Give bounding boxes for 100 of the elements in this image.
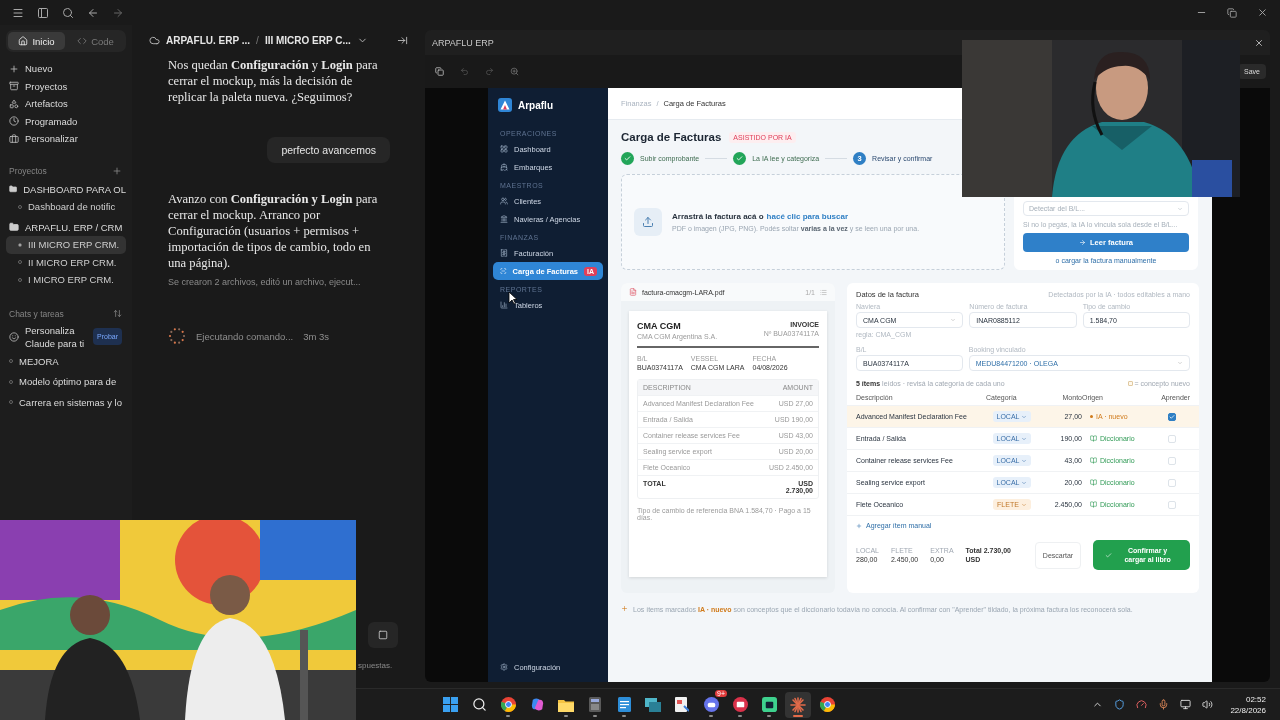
close-icon[interactable] (1254, 37, 1264, 48)
search-icon[interactable] (471, 697, 487, 712)
chat-item[interactable]: I MICRO ERP CRM. (6, 271, 126, 289)
building-icon (500, 215, 508, 223)
back-arrow-icon[interactable] (87, 6, 99, 19)
cloud-icon (149, 34, 160, 46)
upload-icon (634, 208, 662, 236)
sidebar-item[interactable]: Programado (6, 112, 126, 130)
plus-icon[interactable] (112, 165, 122, 176)
folder-icon (9, 222, 19, 233)
sidebar-item[interactable]: Artefactos (6, 95, 126, 113)
gauge-icon[interactable] (1136, 699, 1148, 710)
clock-time: 02:52 (1245, 693, 1266, 705)
smile-icon (9, 331, 19, 342)
hint-text: spuestas. (358, 661, 393, 670)
windows-logo-icon[interactable] (442, 697, 458, 712)
breadcrumb-item[interactable]: ARPAFLU. ERP ... (166, 34, 251, 46)
chevron-down-icon (1021, 479, 1028, 486)
cursor-icon (508, 291, 518, 305)
clock-date: 22/8/2026 (1230, 704, 1266, 716)
chat-item[interactable]: III MICRO ERP CRM. (6, 236, 126, 254)
folder-icon[interactable] (558, 697, 574, 712)
starburst-icon[interactable] (790, 696, 806, 713)
mode-tab[interactable]: Inicio (8, 32, 65, 50)
spinner-icon (168, 327, 186, 345)
home-icon (18, 36, 29, 46)
sidebar-item[interactable]: Personalizar (6, 130, 126, 148)
file-icon (629, 288, 637, 296)
stop-button[interactable] (368, 622, 398, 648)
square-app-icon[interactable] (761, 697, 777, 712)
chevron-down-icon (1020, 501, 1027, 508)
chat-item[interactable]: Modelo óptimo para de (6, 373, 126, 391)
code-icon (77, 36, 88, 46)
section-label: Proyectos (9, 165, 47, 176)
chevron-down-icon (1177, 360, 1183, 366)
scan-icon (500, 267, 507, 275)
round-app-icon[interactable] (732, 697, 748, 712)
arrow-right-icon (1079, 239, 1087, 246)
chevron-down-icon (1177, 205, 1183, 212)
learn-checkbox[interactable] (1168, 412, 1176, 421)
menu-icon[interactable] (12, 6, 24, 19)
sidebar-toggle-icon[interactable] (37, 6, 49, 19)
volume-icon[interactable] (1202, 699, 1214, 710)
square-icon (378, 630, 388, 640)
book-icon (1090, 457, 1097, 464)
check-icon (1104, 551, 1112, 559)
browser-icon[interactable] (819, 697, 835, 712)
chevron-down-icon (950, 317, 957, 323)
chat-item[interactable]: MEJORA (6, 352, 126, 370)
chat-item[interactable]: Dashboard de notific (6, 198, 126, 216)
mode-tab[interactable]: Code (67, 32, 124, 50)
chat-item[interactable]: II MICRO ERP CRM. (6, 253, 126, 271)
sort-icon[interactable] (113, 309, 122, 318)
users-icon (500, 197, 508, 205)
notepad-icon[interactable] (617, 697, 631, 712)
elapsed-time: 3m 3s (303, 330, 330, 342)
book-icon (1090, 435, 1097, 442)
briefcase-icon (9, 133, 19, 144)
shapes-icon (9, 98, 19, 109)
project-item[interactable]: ARPAFLU. ERP / CRM (6, 218, 126, 236)
plus-icon (9, 63, 19, 74)
restore-icon[interactable] (1227, 7, 1237, 18)
chat-bubble-icon[interactable] (703, 697, 719, 712)
book-icon (1090, 479, 1097, 486)
bar-chart-icon (500, 301, 508, 309)
plus-icon (856, 522, 862, 529)
new-dot (1090, 415, 1093, 418)
window-title: ARPAFLU ERP (432, 37, 494, 48)
clipboard-icon[interactable] (675, 697, 689, 712)
assistant-message: Avanzo con Configuración y Login para cerrar el mockup. Arranco por Configuración (usuarios + permisos + importación de tipos de cambio, todo en una página). (168, 191, 379, 271)
sidebar-item[interactable]: Nuevo (6, 60, 126, 78)
windows-stack-icon[interactable] (645, 697, 661, 712)
clock-icon (9, 116, 19, 127)
check-icon (1169, 413, 1175, 420)
pages-icon[interactable] (435, 67, 444, 76)
shield-icon[interactable] (1114, 699, 1126, 710)
status-text: Ejecutando comando... (196, 330, 294, 342)
tool-summary[interactable]: Se crearon 2 archivos, editó un archivo, ejecut... (168, 277, 384, 287)
promo-text: Personaliza Claude para ti (25, 323, 85, 350)
breadcrumb-separator: / (256, 34, 259, 46)
zoom-icon[interactable] (510, 67, 519, 76)
logo-icon (498, 98, 512, 112)
collapse-panel-icon[interactable] (397, 34, 408, 46)
close-icon[interactable] (1257, 7, 1268, 18)
calculator-icon[interactable] (589, 697, 601, 712)
microphone-icon[interactable] (1158, 699, 1170, 710)
drop-text: Arrastrá la factura acá o (672, 212, 764, 221)
sidebar-item[interactable]: Proyectos (6, 77, 126, 95)
browse-link[interactable]: hacé clic para buscar (766, 212, 848, 221)
browser-icon[interactable] (500, 697, 516, 712)
network-icon[interactable] (1180, 699, 1192, 710)
chevron-down-icon (1021, 435, 1028, 442)
ship-icon (500, 163, 508, 171)
brand-name: Arpaflu (518, 99, 553, 111)
page-title: Carga de Facturas (621, 131, 722, 143)
assistant-message: Nos quedan Configuración y Login para cerrar el mockup, más la decisión de replicar la paleta nueva. ¿Seguimos? (168, 57, 379, 105)
chat-item[interactable]: Carrera en sistemas y lo (6, 393, 126, 411)
breadcrumb-item[interactable]: III MICRO ERP C... (264, 34, 351, 46)
project-item[interactable]: DASHBOARD PARA OL (6, 180, 126, 198)
swirl-icon[interactable] (529, 697, 545, 712)
